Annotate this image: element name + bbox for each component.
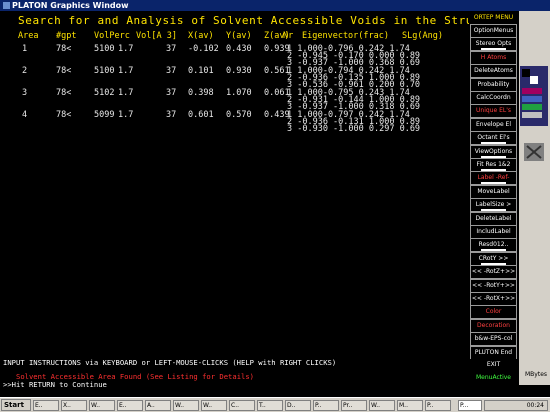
menu-item-menuactive[interactable]: MenuActive xyxy=(470,372,517,387)
void-yav: 0.930 xyxy=(226,66,252,76)
taskbar-item[interactable]: P.. xyxy=(313,400,339,411)
menu-item-optionmenus[interactable]: OptionMenus xyxy=(470,24,517,38)
color-palette[interactable] xyxy=(520,66,548,126)
menu-item-pluton-end[interactable]: PLUTON End xyxy=(470,345,517,360)
taskbar-item[interactable]: M.. xyxy=(397,400,423,411)
void-area: 1 xyxy=(22,44,28,54)
void-yav: 1.070 xyxy=(226,88,252,98)
void-gpt: 78< xyxy=(56,110,72,120)
void-vol: 1.7 xyxy=(118,44,134,54)
start-button[interactable]: Start xyxy=(1,399,31,411)
menu-item-deletelabel[interactable]: DeleteLabel xyxy=(470,211,517,226)
window-title: PLATON Graphics Window xyxy=(12,1,129,10)
taskbar-item[interactable]: D.. xyxy=(285,400,311,411)
void-x: 37 xyxy=(166,44,177,54)
void-zav: 0.561 xyxy=(264,66,290,76)
void-area: 4 xyxy=(22,110,28,120)
instruction-area: INPUT INSTRUCTIONS via KEYBOARD or LEFT-… xyxy=(0,356,469,389)
ortep-menu: ORTEP MENU OptionMenus Stereo Opts H Atoms D… xyxy=(469,11,519,387)
void-vol: 1.7 xyxy=(118,88,134,98)
menu-item-envelope-el[interactable]: Envelope El xyxy=(470,117,517,132)
col-volperc: VolPerc xyxy=(94,31,130,41)
void-volperc: 5100 xyxy=(94,66,115,76)
menu-item-movelabel[interactable]: MoveLabel xyxy=(470,184,517,199)
column-headers: Area #gpt VolPerc Vol[A 3] X(av) Y(av) Z… xyxy=(0,31,469,43)
menu-item-deleteatoms[interactable]: DeleteAtoms xyxy=(470,64,517,79)
taskbar-item[interactable]: W.. xyxy=(201,400,227,411)
menu-item-rotx[interactable]: << -RotX+>> xyxy=(470,292,517,306)
col-area: Area xyxy=(18,31,39,41)
col-slg: SLg(Ang) xyxy=(402,31,443,41)
void-zav: 0.061 xyxy=(264,88,290,98)
col-vol: Vol[A 3] xyxy=(136,31,177,41)
void-volperc: 5099 xyxy=(94,110,115,120)
void-vol: 1.7 xyxy=(118,110,134,120)
continue-prompt: >>Hit RETURN to Continue xyxy=(3,380,107,389)
system-tray-clock: 00:24 xyxy=(484,400,548,411)
menu-item-probability[interactable]: Probability xyxy=(470,77,517,92)
col-xav: X(av) xyxy=(188,31,214,41)
void-yav: 0.570 xyxy=(226,110,252,120)
void-gpt: 78< xyxy=(56,88,72,98)
col-nr: Nr xyxy=(283,31,294,41)
taskbar-item[interactable]: X.. xyxy=(61,400,87,411)
void-x: 37 xyxy=(166,110,177,120)
col-yav: Y(av) xyxy=(226,31,252,41)
menu-item-includlabel[interactable]: IncludLabel xyxy=(470,225,517,239)
input-instructions: INPUT INSTRUCTIONS via KEYBOARD or LEFT-… xyxy=(3,358,337,367)
menu-item-unique-el-s[interactable]: Unique EL's xyxy=(470,104,517,119)
menu-item-h-atoms[interactable]: H Atoms xyxy=(470,50,517,65)
void-area: 2 xyxy=(22,66,28,76)
menu-item-roty[interactable]: << -RotY+>> xyxy=(470,278,517,293)
void-zav: 0.439 xyxy=(264,110,290,120)
void-xav: -0.102 xyxy=(188,44,219,54)
taskbar-item[interactable]: E.. xyxy=(33,400,59,411)
menu-item-b-w-eps-col[interactable]: b&w-EPS-col xyxy=(470,332,517,347)
taskbar-item[interactable]: W.. xyxy=(369,400,395,411)
void-zav: 0.939 xyxy=(264,44,290,54)
menu-item-exit[interactable]: EXIT xyxy=(470,359,517,373)
eigenvector-line: 3 -0.930 -1.000 0.297 0.69 xyxy=(287,124,421,134)
void-gpt: 78< xyxy=(56,44,72,54)
void-area: 3 xyxy=(22,88,28,98)
app-icon xyxy=(3,2,10,9)
void-volperc: 5100 xyxy=(94,44,115,54)
taskbar-item[interactable]: Pr.. xyxy=(341,400,367,411)
taskbar-item-active[interactable]: P... xyxy=(458,400,482,411)
taskbar-item[interactable]: A.. xyxy=(145,400,171,411)
taskbar-item[interactable]: T.. xyxy=(257,400,283,411)
window-side-strip xyxy=(519,11,550,385)
void-x: 37 xyxy=(166,88,177,98)
col-gpt: #gpt xyxy=(56,31,77,41)
memory-readout: MBytes xyxy=(525,371,548,378)
menu-item-decoration[interactable]: Decoration xyxy=(470,318,517,333)
menu-item-rotz[interactable]: << -RotZ+>> xyxy=(470,265,517,280)
taskbar-item[interactable]: C.. xyxy=(229,400,255,411)
taskbar-item[interactable]: W.. xyxy=(173,400,199,411)
taskbar: Start E.. X.. W.. E.. A.. W.. W.. C.. T.. D.. P.. P… xyxy=(0,397,550,412)
analysis-heading: Search for and Analysis of Solvent Acces… xyxy=(18,14,510,27)
col-eigen: Eigenvector(frac) xyxy=(302,31,389,41)
void-xav: 0.601 xyxy=(188,110,214,120)
window-titlebar[interactable]: PLATON Graphics Window xyxy=(0,0,550,11)
void-xav: 0.398 xyxy=(188,88,214,98)
menu-item-calccoordn[interactable]: CalcCoordn xyxy=(470,91,517,105)
void-vol: 1.7 xyxy=(118,66,134,76)
taskbar-item[interactable]: W.. xyxy=(89,400,115,411)
void-yav: 0.430 xyxy=(226,44,252,54)
close-view-icon[interactable] xyxy=(524,143,544,161)
void-xav: 0.101 xyxy=(188,66,214,76)
taskbar-item[interactable]: P.. xyxy=(425,400,451,411)
graphics-canvas[interactable]: Search for and Analysis of Solvent Acces… xyxy=(0,11,509,356)
menu-item-color[interactable]: Color xyxy=(470,305,517,320)
taskbar-item[interactable]: E.. xyxy=(117,400,143,411)
void-x: 37 xyxy=(166,66,177,76)
void-gpt: 78< xyxy=(56,66,72,76)
void-volperc: 5102 xyxy=(94,88,115,98)
